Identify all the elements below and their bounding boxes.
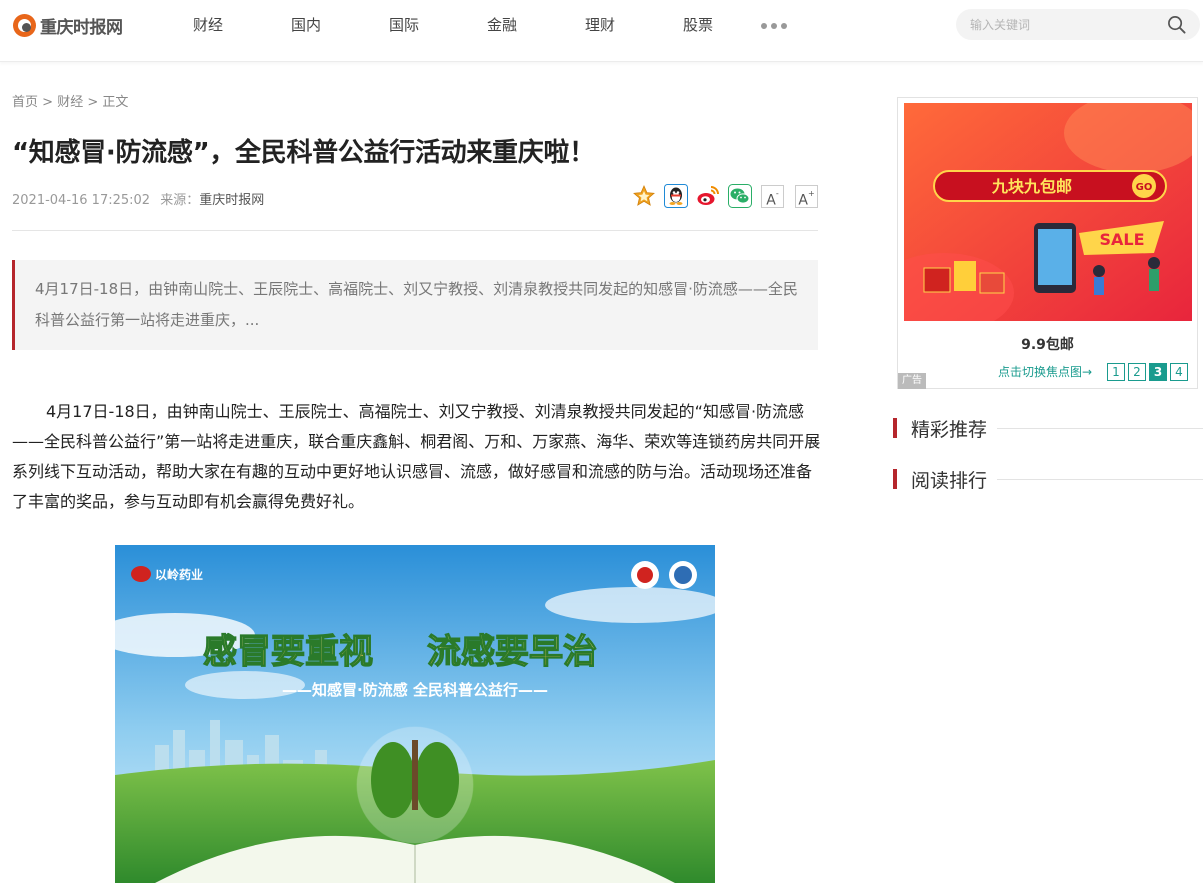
nav-more-icon[interactable] bbox=[761, 23, 787, 29]
favorite-star-icon[interactable] bbox=[632, 184, 656, 208]
font-decrease-mark: - bbox=[775, 189, 779, 198]
ad-page-3[interactable]: 3 bbox=[1149, 363, 1167, 381]
share-bar bbox=[632, 184, 752, 208]
article-title: “知感冒·防流感”，全民科普公益行活动来重庆啦！ bbox=[12, 138, 595, 168]
brand-logo-icon: 以岭药业 bbox=[131, 566, 203, 582]
section-heading-text: 精彩推荐 bbox=[911, 418, 988, 441]
ad-page-1[interactable]: 1 bbox=[1107, 363, 1125, 381]
article-image: 以岭药业 感冒要重视 流感要早治 ——知感冒·防流感 全民科普公益行—— bbox=[115, 545, 715, 883]
section-heading-text: 阅读排行 bbox=[911, 469, 988, 492]
font-decrease-label: A bbox=[766, 192, 776, 209]
heading-rule bbox=[997, 478, 1203, 480]
ad-switch-hint: 点击切换焦点图→ bbox=[998, 365, 1093, 379]
search-input[interactable] bbox=[970, 15, 1160, 35]
image-brand-text: 以岭药业 bbox=[155, 567, 203, 582]
qq-icon[interactable] bbox=[664, 184, 688, 208]
breadcrumb-category[interactable]: 财经 bbox=[57, 95, 83, 110]
nav-item-stocks[interactable]: 股票 bbox=[683, 14, 713, 35]
ad-page-4[interactable]: 4 bbox=[1170, 363, 1188, 381]
ad-page-2[interactable]: 2 bbox=[1128, 363, 1146, 381]
breadcrumb-separator: > bbox=[83, 95, 103, 110]
ad-banner-text: 九块九包邮 bbox=[991, 177, 1072, 196]
nav-item-domestic[interactable]: 国内 bbox=[291, 14, 321, 35]
search-box bbox=[956, 9, 1200, 40]
ad-caption[interactable]: 9.9包邮 bbox=[898, 334, 1197, 354]
nav-item-international[interactable]: 国际 bbox=[389, 14, 419, 35]
search-icon[interactable] bbox=[1167, 15, 1186, 34]
image-headline-right: 流感要早治 bbox=[427, 632, 597, 672]
heading-rule bbox=[997, 427, 1203, 429]
breadcrumb-home[interactable]: 首页 bbox=[12, 95, 38, 110]
heading-accent-bar bbox=[893, 418, 897, 438]
font-increase-button[interactable]: A+ bbox=[795, 185, 818, 209]
section-heading-reading-rank: 阅读排行 bbox=[893, 467, 1203, 492]
font-increase-label: A bbox=[798, 192, 808, 209]
weibo-icon[interactable] bbox=[696, 184, 720, 208]
breadcrumb-current: 正文 bbox=[102, 95, 129, 110]
breadcrumb: 首页 > 财经 > 正文 bbox=[12, 91, 128, 110]
ad-banner-image[interactable]: 九块九包邮 GO SALE bbox=[904, 103, 1192, 321]
breadcrumb-separator: > bbox=[38, 95, 58, 110]
ad-tag: 广告 bbox=[898, 373, 926, 389]
image-headline-left: 感冒要重视 bbox=[203, 632, 373, 672]
title-divider bbox=[12, 230, 818, 231]
top-navigation-bar: 重庆时报网 财经 国内 国际 金融 理财 股票 bbox=[0, 0, 1203, 62]
wechat-icon[interactable] bbox=[728, 184, 752, 208]
site-logo[interactable]: 重庆时报网 bbox=[13, 12, 123, 38]
article-summary: 4月17日-18日，由钟南山院士、王辰院士、高福院士、刘又宁教授、刘清泉教授共同… bbox=[12, 260, 818, 350]
nav-item-wealth[interactable]: 理财 bbox=[585, 14, 615, 35]
section-heading-recommended: 精彩推荐 bbox=[893, 416, 1203, 441]
ad-pager: 1 2 3 4 bbox=[1107, 363, 1188, 381]
source-label: 来源： bbox=[160, 193, 200, 208]
logo-text: 重庆时报网 bbox=[40, 17, 123, 38]
font-increase-mark: + bbox=[807, 189, 815, 198]
article-meta: 2021-04-16 17:25:02 来源：重庆时报网 bbox=[12, 189, 264, 208]
sidebar-ad[interactable]: 九块九包邮 GO SALE 9.9包邮 点击切换焦点图→ 1 2 3 4 广告 bbox=[897, 97, 1198, 389]
font-decrease-button[interactable]: A- bbox=[761, 185, 784, 209]
image-subline: ——知感冒·防流感 全民科普公益行—— bbox=[282, 681, 548, 699]
nav-item-finance[interactable]: 财经 bbox=[193, 14, 223, 35]
article-image-graphic: 以岭药业 感冒要重视 流感要早治 ——知感冒·防流感 全民科普公益行—— bbox=[115, 545, 715, 883]
ad-banner-graphic: 九块九包邮 GO SALE bbox=[904, 103, 1192, 321]
ad-go-text: GO bbox=[1136, 182, 1153, 193]
nav-item-banking[interactable]: 金融 bbox=[487, 14, 517, 35]
ad-sale-text: SALE bbox=[1099, 230, 1144, 249]
heading-accent-bar bbox=[893, 469, 897, 489]
article-body: 4月17日-18日，由钟南山院士、王辰院士、高福院士、刘又宁教授、刘清泉教授共同… bbox=[12, 402, 821, 511]
source-name[interactable]: 重庆时报网 bbox=[199, 193, 264, 208]
article-datetime: 2021-04-16 17:25:02 bbox=[12, 193, 151, 208]
logo-icon bbox=[13, 13, 36, 37]
